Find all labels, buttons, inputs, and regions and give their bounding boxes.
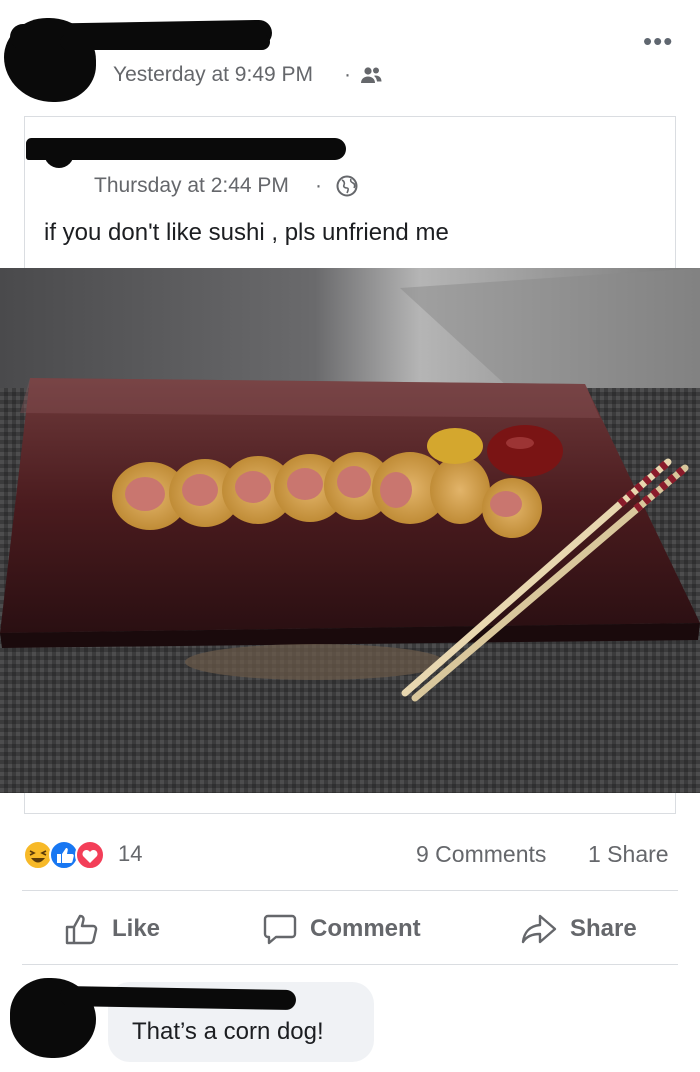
shared-post-timestamp[interactable]: Thursday at 2:44 PM bbox=[94, 174, 289, 198]
comment-label: Comment bbox=[310, 915, 421, 942]
post-photo[interactable] bbox=[0, 268, 700, 793]
divider bbox=[22, 890, 678, 891]
like-label: Like bbox=[112, 915, 161, 942]
friends-icon bbox=[361, 67, 382, 83]
globe-icon bbox=[336, 175, 358, 197]
redacted-shared-name bbox=[26, 138, 346, 160]
comments-count[interactable]: 9 Comments bbox=[416, 841, 546, 868]
shares-count[interactable]: 1 Share bbox=[588, 841, 669, 868]
comment-icon bbox=[263, 914, 297, 945]
love-icon bbox=[75, 840, 105, 870]
separator-dot: · bbox=[315, 174, 322, 197]
comment-text: That’s a corn dog! bbox=[132, 1018, 324, 1045]
like-icon bbox=[49, 840, 79, 870]
haha-icon bbox=[23, 840, 53, 870]
share-label: Share bbox=[570, 915, 637, 942]
like-icon bbox=[65, 914, 98, 945]
reaction-count[interactable]: 14 bbox=[118, 841, 142, 867]
share-button[interactable]: Share bbox=[520, 904, 637, 954]
separator-dot: · bbox=[344, 63, 351, 86]
reaction-icons[interactable] bbox=[22, 838, 122, 872]
share-icon bbox=[521, 914, 557, 944]
like-button[interactable]: Like bbox=[64, 904, 160, 954]
divider bbox=[22, 964, 678, 965]
more-options-icon[interactable]: ••• bbox=[643, 28, 673, 54]
shared-post-text: if you don't like sushi , pls unfriend m… bbox=[44, 219, 449, 246]
post-timestamp[interactable]: Yesterday at 9:49 PM bbox=[113, 63, 313, 87]
redacted-commenter-name bbox=[59, 985, 297, 1011]
redacted-name-scribble bbox=[60, 34, 270, 50]
comment-button[interactable]: Comment bbox=[262, 904, 421, 954]
